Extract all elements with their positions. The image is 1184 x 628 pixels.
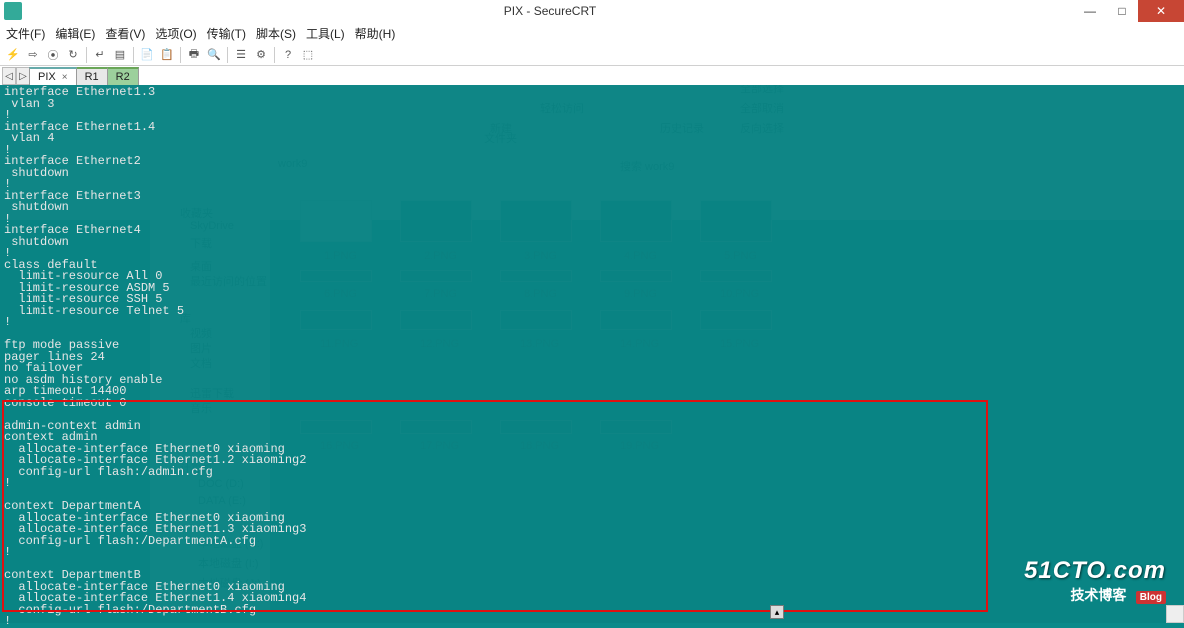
tab-scroll-right[interactable]: ▷ xyxy=(16,67,30,85)
toolbar-print-icon[interactable]: 🖶 xyxy=(185,46,203,64)
tab-pix-label: PIX xyxy=(38,71,56,83)
toolbar-session-icon[interactable]: ☰ xyxy=(232,46,250,64)
tab-r2[interactable]: R2 xyxy=(107,67,139,85)
menu-view[interactable]: 查看(V) xyxy=(105,25,145,42)
scroll-indicator-icon[interactable]: ▴ xyxy=(770,605,784,619)
minimize-button[interactable]: — xyxy=(1074,0,1106,22)
tab-strip: ◁ ▷ PIX × R1 R2 xyxy=(0,66,1184,85)
toolbar-ext-icon[interactable]: ⬚ xyxy=(299,46,317,64)
tab-r2-label: R2 xyxy=(116,71,130,83)
terminal-output[interactable]: interface Ethernet1.3 vlan 3 ! interface… xyxy=(0,85,1184,623)
window-title: PIX - SecureCRT xyxy=(26,4,1074,18)
tab-pix[interactable]: PIX × xyxy=(29,67,77,85)
menu-script[interactable]: 脚本(S) xyxy=(256,25,296,42)
toolbar-reconnect-icon[interactable]: ↻ xyxy=(64,46,82,64)
toolbar-find-icon[interactable]: 🔍 xyxy=(205,46,223,64)
scrollbar-corner xyxy=(1166,605,1184,623)
close-button[interactable]: ✕ xyxy=(1138,0,1184,22)
watermark-line2: 技术博客 xyxy=(1070,587,1126,603)
toolbar-help-icon[interactable]: ? xyxy=(279,46,297,64)
watermark-blog-badge: Blog xyxy=(1136,591,1166,604)
toolbar-enter-icon[interactable]: ↵ xyxy=(91,46,109,64)
menu-transfer[interactable]: 传输(T) xyxy=(207,25,246,42)
toolbar-properties-icon[interactable]: ▤ xyxy=(111,46,129,64)
tab-scroll-left[interactable]: ◁ xyxy=(2,67,16,85)
toolbar-options-icon[interactable]: ⚙ xyxy=(252,46,270,64)
toolbar-copy-icon[interactable]: 📄 xyxy=(138,46,156,64)
toolbar-quick-connect-icon[interactable]: ⇨ xyxy=(24,46,42,64)
menu-bar: 文件(F) 编辑(E) 查看(V) 选项(O) 传输(T) 脚本(S) 工具(L… xyxy=(0,22,1184,44)
tab-r1[interactable]: R1 xyxy=(76,67,108,85)
title-bar: PIX - SecureCRT — □ ✕ xyxy=(0,0,1184,22)
toolbar-paste-icon[interactable]: 📋 xyxy=(158,46,176,64)
maximize-button[interactable]: □ xyxy=(1106,0,1138,22)
menu-tools[interactable]: 工具(L) xyxy=(306,25,345,42)
menu-help[interactable]: 帮助(H) xyxy=(355,25,396,42)
menu-file[interactable]: 文件(F) xyxy=(6,25,45,42)
watermark-line1: 51CTO.com xyxy=(1024,557,1166,585)
toolbar-connect-icon[interactable]: ⚡ xyxy=(4,46,22,64)
menu-options[interactable]: 选项(O) xyxy=(155,25,196,42)
toolbar-disconnect-icon[interactable]: ⦿ xyxy=(44,46,62,64)
tab-pix-close-icon[interactable]: × xyxy=(62,72,68,83)
toolbar: ⚡ ⇨ ⦿ ↻ ↵ ▤ 📄 📋 🖶 🔍 ☰ ⚙ ? ⬚ xyxy=(0,44,1184,66)
watermark: 51CTO.com 技术博客 Blog xyxy=(1024,557,1166,605)
menu-edit[interactable]: 编辑(E) xyxy=(55,25,95,42)
tab-r1-label: R1 xyxy=(85,71,99,83)
app-icon xyxy=(4,2,22,20)
